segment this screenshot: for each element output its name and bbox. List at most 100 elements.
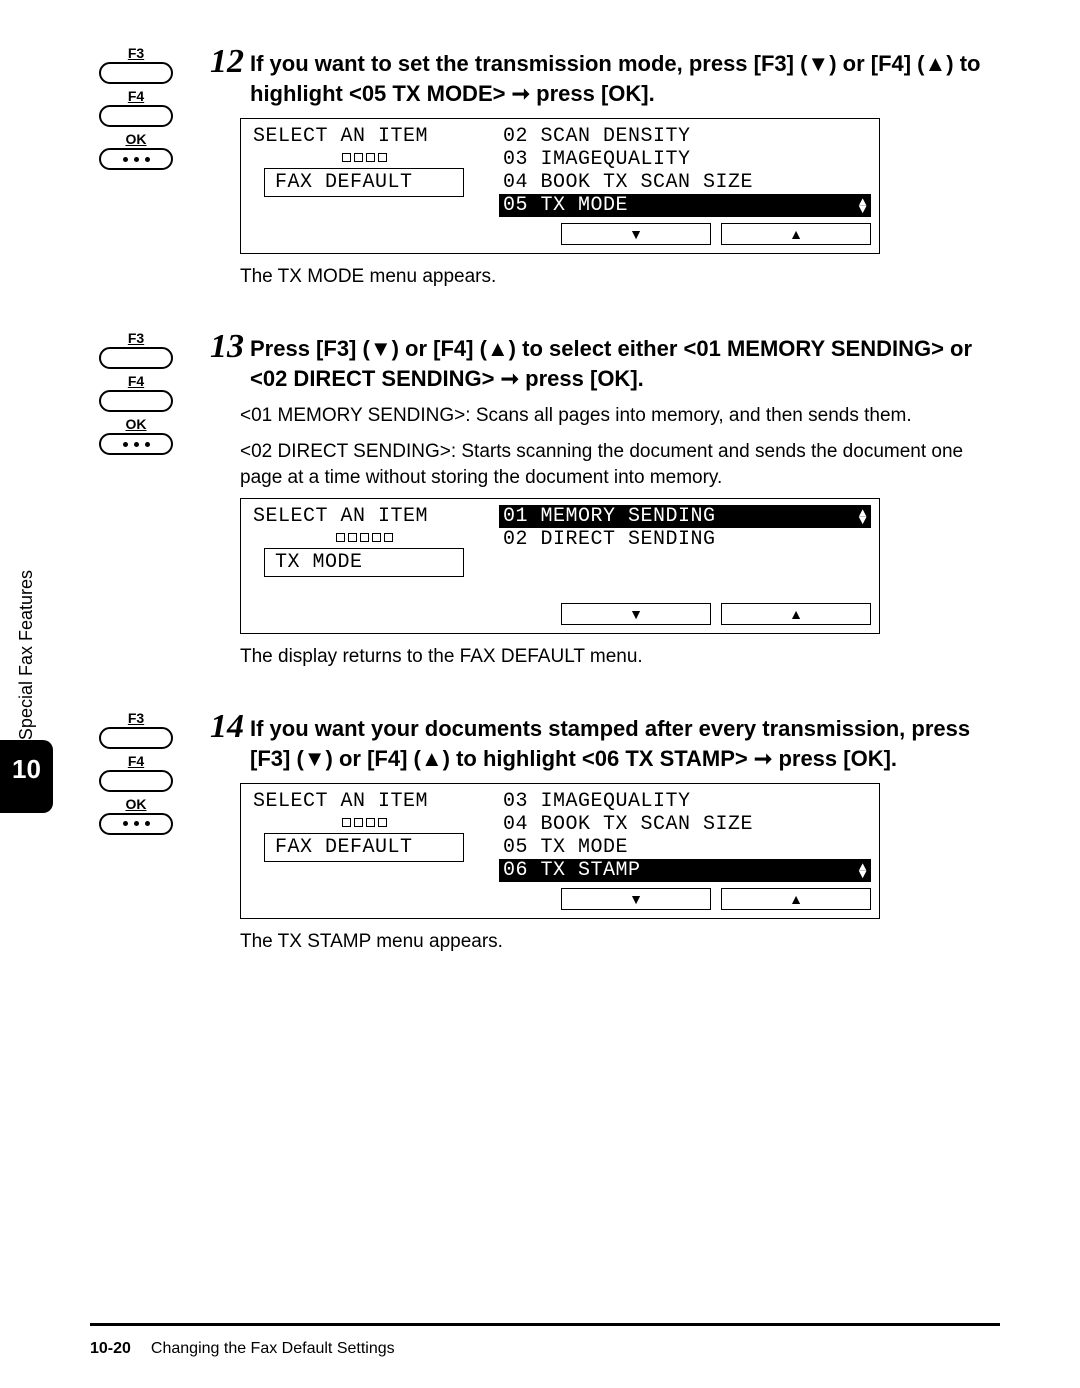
key-ok-label: OK (126, 796, 147, 812)
lcd-panel: SELECT AN ITEM FAX DEFAULT 03 IMAGEQUALI… (240, 783, 880, 919)
lcd-left-title: SELECT AN ITEM (249, 790, 428, 813)
key-ok-shape (99, 813, 173, 835)
side-chapter-badge: 10 (0, 740, 53, 813)
lcd-row: 02 SCAN DENSITY (499, 125, 871, 148)
key-stack: F3 F4 OK (90, 710, 182, 835)
lcd-sel-text: 01 MEMORY SENDING (503, 505, 716, 528)
lcd-indicator-icon (342, 818, 387, 827)
page-footer: 10-20 Changing the Fax Default Settings (90, 1323, 1000, 1358)
up-icon: ▲ (789, 891, 803, 907)
lcd-left-box: FAX DEFAULT (264, 168, 464, 197)
key-ok-label: OK (126, 416, 147, 432)
up-icon: ▲ (789, 226, 803, 242)
key-f4-label: F4 (128, 373, 144, 389)
lcd-up-button: ▲ (721, 888, 871, 910)
lcd-row: 03 IMAGEQUALITY (499, 148, 871, 171)
lcd-down-button: ▼ (561, 223, 711, 245)
lcd-left-box: TX MODE (264, 548, 464, 577)
key-f3-shape (99, 62, 173, 84)
step-14-content: 14 If you want your documents stamped af… (210, 710, 1000, 955)
lcd-row: 04 BOOK TX SCAN SIZE (499, 813, 871, 836)
footer-title: Changing the Fax Default Settings (151, 1340, 395, 1358)
lcd-up-button: ▲ (721, 603, 871, 625)
up-icon: ▲ (789, 606, 803, 622)
key-f4: F4 (99, 88, 173, 127)
dot-icon (134, 821, 139, 826)
step-heading-text: If you want your documents stamped after… (250, 710, 1000, 773)
dot-icon (123, 821, 128, 826)
page-number: 10-20 (90, 1340, 131, 1358)
lcd-row: 02 DIRECT SENDING (499, 528, 871, 551)
lcd-row-selected: 01 MEMORY SENDING ▲▼ (499, 505, 871, 528)
step-heading-text: If you want to set the transmission mode… (250, 45, 1000, 108)
key-f3: F3 (99, 330, 173, 369)
step-desc: <01 MEMORY SENDING>: Scans all pages int… (240, 403, 1000, 429)
step-number: 12 (210, 45, 244, 79)
side-section-label: Special Fax Features (16, 560, 37, 740)
lcd-indicator-icon (336, 533, 393, 542)
lcd-down-button: ▼ (561, 603, 711, 625)
key-f4-label: F4 (128, 88, 144, 104)
key-ok-shape (99, 148, 173, 170)
lcd-down-button: ▼ (561, 888, 711, 910)
key-f3-label: F3 (128, 330, 144, 346)
lcd-row (499, 551, 871, 574)
key-f4-shape (99, 770, 173, 792)
down-icon: ▼ (629, 891, 643, 907)
key-stack: F3 F4 OK (90, 45, 182, 170)
key-f3-shape (99, 347, 173, 369)
key-f4: F4 (99, 373, 173, 412)
key-f4: F4 (99, 753, 173, 792)
key-f4-shape (99, 105, 173, 127)
dot-icon (123, 442, 128, 447)
step-13-content: 13 Press [F3] (▼) or [F4] (▲) to select … (210, 330, 1000, 670)
key-f3: F3 (99, 710, 173, 749)
dot-icon (145, 442, 150, 447)
lcd-sel-text: 06 TX STAMP (503, 859, 641, 882)
step-heading-text: Press [F3] (▼) or [F4] (▲) to select eit… (250, 330, 1000, 393)
step-caption: The TX STAMP menu appears. (240, 929, 1000, 955)
lcd-row: 04 BOOK TX SCAN SIZE (499, 171, 871, 194)
key-ok-shape (99, 433, 173, 455)
key-f4-label: F4 (128, 753, 144, 769)
lcd-left-title: SELECT AN ITEM (249, 505, 428, 528)
step-13-row: F3 F4 OK 13 Press [F3] (▼) or [F4] (▲) t… (90, 330, 1000, 670)
down-icon: ▼ (629, 226, 643, 242)
key-ok: OK (99, 416, 173, 455)
lcd-up-button: ▲ (721, 223, 871, 245)
key-ok-label: OK (126, 131, 147, 147)
updown-icon: ▲▼ (859, 510, 867, 524)
step-caption: The display returns to the FAX DEFAULT m… (240, 644, 1000, 670)
lcd-row: 03 IMAGEQUALITY (499, 790, 871, 813)
down-icon: ▼ (629, 606, 643, 622)
key-ok: OK (99, 796, 173, 835)
dot-icon (145, 821, 150, 826)
side-rail: Special Fax Features 10 (0, 560, 53, 813)
lcd-panel: SELECT AN ITEM TX MODE 01 MEMORY SENDING… (240, 498, 880, 634)
dot-icon (145, 157, 150, 162)
step-14-row: F3 F4 OK 14 If you want your documents s… (90, 710, 1000, 955)
lcd-indicator-icon (342, 153, 387, 162)
dot-icon (134, 442, 139, 447)
step-number: 14 (210, 710, 244, 744)
lcd-row (499, 574, 871, 597)
key-f4-shape (99, 390, 173, 412)
step-caption: The TX MODE menu appears. (240, 264, 1000, 290)
lcd-panel: SELECT AN ITEM FAX DEFAULT 02 SCAN DENSI… (240, 118, 880, 254)
step-12-row: F3 F4 OK 12 If you want to set the trans… (90, 45, 1000, 290)
key-ok: OK (99, 131, 173, 170)
lcd-left-title: SELECT AN ITEM (249, 125, 428, 148)
step-number: 13 (210, 330, 244, 364)
lcd-row-selected: 05 TX MODE ▲▼ (499, 194, 871, 217)
lcd-sel-text: 05 TX MODE (503, 194, 628, 217)
step-12-content: 12 If you want to set the transmission m… (210, 45, 1000, 290)
lcd-left-box: FAX DEFAULT (264, 833, 464, 862)
key-f3-shape (99, 727, 173, 749)
dot-icon (134, 157, 139, 162)
updown-icon: ▲▼ (859, 864, 867, 878)
dot-icon (123, 157, 128, 162)
key-f3-label: F3 (128, 710, 144, 726)
key-f3: F3 (99, 45, 173, 84)
updown-icon: ▲▼ (859, 199, 867, 213)
lcd-row-selected: 06 TX STAMP ▲▼ (499, 859, 871, 882)
